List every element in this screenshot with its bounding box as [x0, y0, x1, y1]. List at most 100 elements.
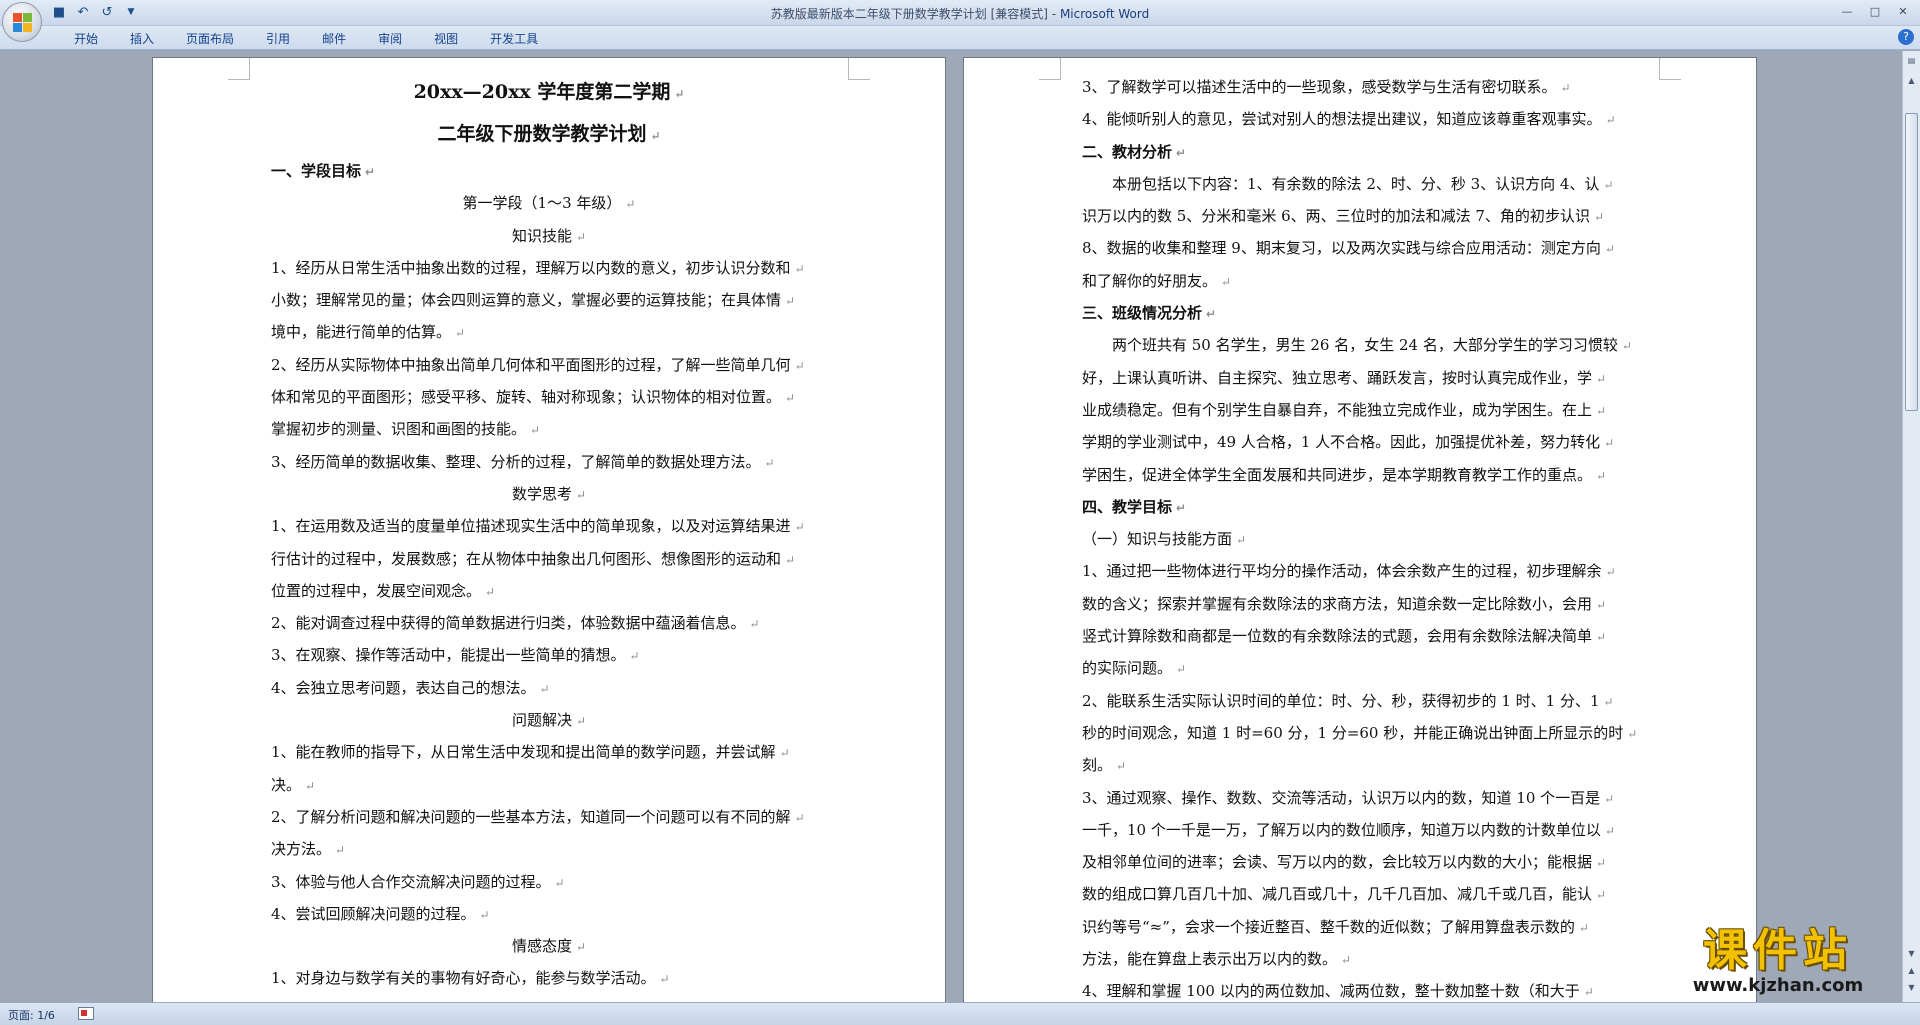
line-text: 1、能在教师的指导下，从日常生活中发现和提出简单的数学问题，并尝试解 — [271, 743, 776, 762]
text-line: 业成绩稳定。但有个别学生自暴自弃，不能独立完成作业，成为学困生。在上 ↵ — [1082, 395, 1638, 427]
scrollbar-thumb[interactable] — [1905, 113, 1918, 411]
text-line: 1、经历从日常生活中抽象出数的过程，理解万以内数的意义，初步认识分数和 ↵ — [271, 253, 827, 285]
page-content-left[interactable]: 20xx—20xx 学年度第二学期 ↵ 二年级下册数学教学计划 ↵ 一、学段目标 ↵ 第一学… — [271, 72, 827, 1002]
paragraph-mark-icon: ↵ — [1627, 726, 1638, 741]
text-line: 3、体验与他人合作交流解决问题的过程。 ↵ — [271, 867, 827, 899]
undo-icon[interactable]: ↶ — [74, 3, 92, 21]
line-text: 1、在运用数及适当的度量单位描述现实生活中的简单现象，以及对运算结果进 — [271, 517, 791, 536]
paragraph-mark-icon: ↵ — [764, 455, 775, 470]
tab-view[interactable]: 视图 — [418, 30, 474, 48]
maximize-icon[interactable]: □ — [1862, 2, 1888, 20]
help-icon[interactable]: ? — [1898, 29, 1914, 45]
line-text: 本册包括以下内容：1、有余数的除法 2、时、分、秒 3、认识方向 4、认 — [1112, 174, 1600, 193]
proofing-status-icon[interactable] — [78, 1007, 94, 1020]
text-line: 决。 ↵ — [271, 770, 827, 802]
watermark-title: 课件站 — [1703, 925, 1853, 976]
text-line: 秒的时间观念，知道 1 时=60 分，1 分=60 秒，并能正确说出钟面上所显示… — [1082, 718, 1638, 750]
text-line: 4、尝试回顾解决问题的过程。 ↵ — [271, 899, 827, 931]
scroll-down-icon[interactable]: ▼ — [1904, 946, 1919, 962]
line-text: 位置的过程中，发展空间观念。 — [271, 581, 482, 600]
text-line: 学期的学业测试中，49 人合格，1 人不合格。因此，加强提优补差，努力转化 ↵ — [1082, 427, 1638, 459]
tab-insert[interactable]: 插入 — [114, 30, 170, 48]
text-line: 知识技能 ↵ — [271, 221, 827, 253]
line-text: 数学思考 — [511, 484, 572, 503]
previous-page-icon[interactable]: ▲ — [1904, 963, 1919, 979]
tab-references[interactable]: 引用 — [250, 30, 306, 48]
paragraph-mark-icon: ↵ — [1560, 81, 1571, 95]
text-line: 1、对身边与数学有关的事物有好奇心，能参与数学活动。 ↵ — [271, 963, 827, 995]
line-text: 秒的时间观念，知道 1 时=60 分，1 分=60 秒，并能正确说出钟面上所显示… — [1082, 723, 1624, 742]
paragraph-mark-icon: ↵ — [575, 940, 587, 955]
tab-review[interactable]: 审阅 — [362, 30, 418, 48]
paragraph-mark-icon: ↵ — [1603, 177, 1614, 192]
text-line: 1、通过把一些物体进行平均分的操作活动，体会余数产生的过程，初步理解余 ↵ — [1082, 556, 1638, 588]
text-line: 4、能倾听别人的意见，尝试对别人的想法提出建议，知道应该尊重客观事实。 ↵ — [1082, 104, 1638, 136]
tab-mailings[interactable]: 邮件 — [306, 30, 362, 48]
paragraph-mark-icon: ↵ — [1604, 436, 1615, 451]
tab-developer[interactable]: 开发工具 — [474, 30, 554, 48]
line-text: 境中，能进行简单的估算。 — [271, 323, 452, 342]
text-line: 2、能对调查过程中获得的简单数据进行归类，体验数据中蕴涵着信息。 ↵ — [271, 608, 827, 640]
line-text: 的实际问题。 — [1082, 659, 1173, 678]
text-line: 识万以内的数 5、分米和毫米 6、两、三位时的加法和减法 7、角的初步认识 ↵ — [1082, 201, 1638, 233]
customize-qat-icon[interactable]: ▼ — [122, 3, 140, 21]
margin-corner-mark — [848, 58, 870, 80]
scroll-up-icon[interactable]: ▲ — [1904, 73, 1919, 89]
line-text: 两个班共有 50 名学生，男生 26 名，女生 24 名，大部分学生的学习习惯较 — [1112, 336, 1618, 355]
paragraph-mark-icon: ↵ — [794, 358, 805, 373]
tab-home[interactable]: 开始 — [58, 30, 114, 48]
office-button[interactable] — [2, 2, 42, 42]
paragraph-mark-icon: ↵ — [1206, 307, 1217, 322]
line-text: 小数；理解常见的量；体会四则运算的意义，掌握必要的运算技能；在具体情 — [271, 291, 782, 310]
paragraph-mark-icon: ↵ — [1603, 694, 1614, 709]
line-text: 3、了解数学可以描述生活中的一些现象，感受数学与生活有密切联系。 — [1082, 78, 1557, 96]
document-area: 20xx—20xx 学年度第二学期 ↵ 二年级下册数学教学计划 ↵ 一、学段目标 ↵ 第一学… — [0, 51, 1902, 1002]
page-content-right[interactable]: 3、了解数学可以描述生活中的一些现象，感受数学与生活有密切联系。 ↵ 4、能倾听别人… — [1082, 72, 1638, 1002]
paragraph-mark-icon: ↵ — [749, 617, 760, 632]
margin-corner-mark — [1659, 58, 1681, 80]
paragraph-mark-icon: ↵ — [629, 649, 640, 664]
line-text: 及相邻单位间的进率；会读、写万以内的数，会比较万以内数的大小；能根据 — [1082, 853, 1593, 872]
document-title-line: 20xx—20xx 学年度第二学期 ↵ — [271, 72, 827, 114]
line-text: 决方法。 — [271, 840, 332, 859]
paragraph-mark-icon: ↵ — [575, 714, 587, 729]
line-text: 4、尝试回顾解决问题的过程。 — [271, 904, 476, 923]
paragraph-mark-icon: ↵ — [779, 746, 790, 761]
ribbon-tabs: 开始 插入 页面布局 引用 邮件 审阅 视图 开发工具 — [58, 30, 554, 48]
paragraph-mark-icon: ↵ — [1596, 856, 1607, 871]
paragraph-mark-icon: ↵ — [365, 165, 376, 179]
margin-corner-mark — [1039, 58, 1061, 80]
text-line: 体和常见的平面图形；感受平移、旋转、轴对称现象；认识物体的相对位置。 ↵ — [271, 382, 827, 414]
text-line: 1、在运用数及适当的度量单位描述现实生活中的简单现象，以及对运算结果进 ↵ — [271, 511, 827, 543]
paragraph-mark-icon: ↵ — [335, 843, 346, 858]
text-line: 情感态度 ↵ — [271, 931, 827, 963]
text-line: （一）知识与技能方面 ↵ — [1082, 524, 1638, 556]
redo-icon[interactable]: ↺ — [98, 3, 116, 21]
office-logo-icon — [13, 13, 33, 33]
text-line: 和了解你的好朋友。 ↵ — [1082, 266, 1638, 298]
document-title-line: 二年级下册数学教学计划 ↵ — [271, 114, 827, 156]
paragraph-mark-icon: ↵ — [1596, 597, 1607, 612]
text-line: 3、经历简单的数据收集、整理、分析的过程，了解简单的数据处理方法。 ↵ — [271, 447, 827, 479]
line-text: 和了解你的好朋友。 — [1082, 271, 1218, 290]
text-line: 第一学段（1～3 年级） ↵ — [271, 188, 827, 220]
paragraph-mark-icon: ↵ — [650, 129, 661, 143]
minimize-icon[interactable]: — — [1834, 2, 1860, 20]
line-text: （一）知识与技能方面 — [1082, 530, 1233, 549]
paragraph-mark-icon: ↵ — [455, 326, 466, 341]
margin-corner-mark — [228, 58, 250, 80]
line-text: 方法，能在算盘上表示出万以内的数。 — [1082, 950, 1338, 969]
line-text: 行估计的过程中，发展数感；在从物体中抽象出几何图形、想像图形的运动和 — [271, 549, 782, 568]
ruler-toggle-icon[interactable]: ▤ — [1904, 53, 1919, 69]
next-page-icon[interactable]: ▼ — [1904, 980, 1919, 996]
text-line: 方法，能在算盘上表示出万以内的数。 ↵ — [1082, 944, 1638, 976]
text-line: 2、经历从实际物体中抽象出简单几何体和平面图形的过程，了解一些简单几何 ↵ — [271, 350, 827, 382]
page-count-indicator[interactable]: 页面: 1/6 — [8, 1007, 55, 1023]
close-icon[interactable]: ✕ — [1890, 2, 1916, 20]
paragraph-mark-icon: ↵ — [1596, 371, 1607, 386]
text-line: 竖式计算除数和商都是一位数的有余数除法的式题，会用有余数除法解决简单 ↵ — [1082, 621, 1638, 653]
save-icon[interactable]: ■ — [50, 3, 68, 21]
tab-page-layout[interactable]: 页面布局 — [170, 30, 250, 48]
line-text: 3、经历简单的数据收集、整理、分析的过程，了解简单的数据处理方法。 — [271, 452, 761, 471]
vertical-scrollbar[interactable]: ▤ ▲ ▼ ▲ ▼ — [1902, 51, 1920, 1002]
